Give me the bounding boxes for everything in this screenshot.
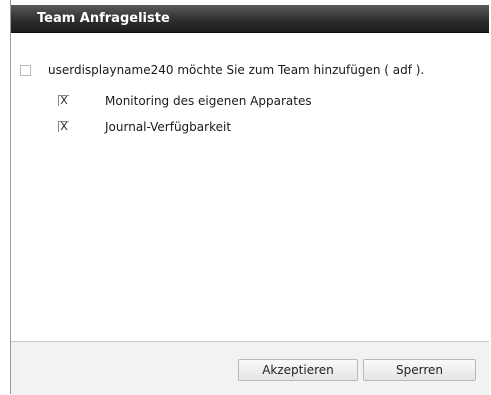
accept-button[interactable]: Akzeptieren	[238, 359, 358, 381]
dialog-footer: Akzeptieren Sperren	[11, 341, 489, 395]
team-request-dialog: Team Anfrageliste userdisplayname240 möc…	[10, 0, 489, 395]
request-checkbox[interactable]	[20, 65, 31, 76]
permission-label-monitoring: Monitoring des eigenen Apparates	[105, 94, 312, 108]
permission-label-journal: Journal-Verfügbarkeit	[105, 120, 232, 134]
dialog-title: Team Anfrageliste	[37, 11, 170, 26]
dialog-titlebar: Team Anfrageliste	[11, 5, 489, 33]
permission-checkbox-monitoring[interactable]: X	[58, 95, 69, 106]
block-button[interactable]: Sperren	[363, 359, 476, 381]
permission-checkbox-journal[interactable]: X	[58, 121, 69, 132]
request-text: userdisplayname240 möchte Sie zum Team h…	[48, 63, 425, 77]
